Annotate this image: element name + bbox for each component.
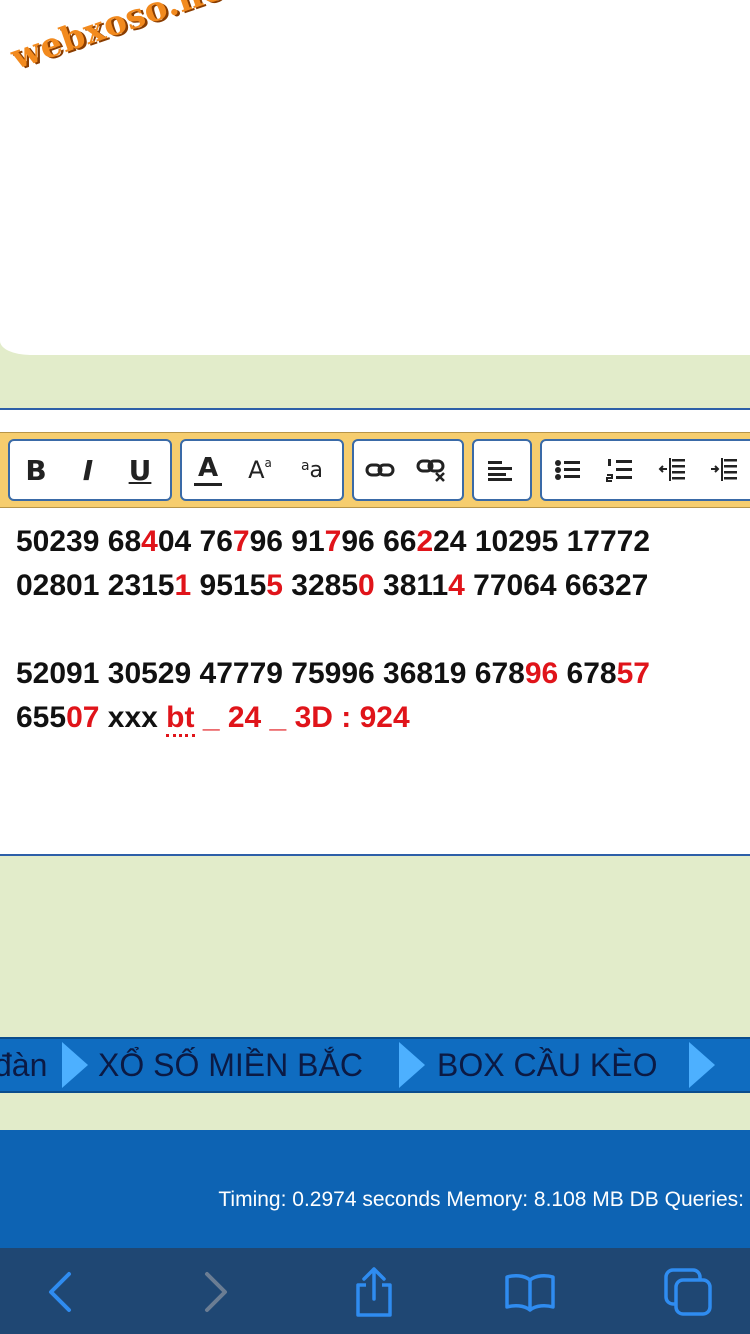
nav-item-xo-so-mien-bac[interactable]: XỔ SỐ MIỀN BẮC xyxy=(98,1039,363,1091)
content-text: 24 10295 17772 xyxy=(433,525,651,558)
insert-link-button[interactable] xyxy=(354,445,406,495)
underline-button[interactable]: U xyxy=(114,445,166,495)
nav-item-partial[interactable]: đàn xyxy=(0,1039,47,1091)
font-size-button[interactable]: Aa xyxy=(234,445,286,495)
nav-item-box-cau-keo[interactable]: BOX CẦU KÈO xyxy=(437,1039,658,1091)
post-editor[interactable]: B I U A Aa aa 50239 68404 76796 91796 66… xyxy=(0,408,750,856)
indent-icon xyxy=(711,458,737,481)
font-family-button[interactable]: aa xyxy=(286,445,338,495)
forward-button[interactable] xyxy=(186,1262,246,1322)
bullet-list-icon xyxy=(555,460,580,480)
link-icon xyxy=(365,463,395,477)
highlighted-digits: bt xyxy=(166,701,195,737)
content-line: 52091 30529 47779 75996 36819 67896 6785… xyxy=(16,652,736,696)
header-banner-area: webxoso.net xyxy=(0,0,750,355)
content-text: 3811 xyxy=(374,569,449,602)
bold-button[interactable]: B xyxy=(10,445,62,495)
content-text: xxx xyxy=(99,701,167,734)
outdent-button[interactable] xyxy=(646,445,698,495)
font-color-icon: A xyxy=(194,455,222,486)
highlighted-digits: 1 xyxy=(174,569,192,602)
tabs-button[interactable] xyxy=(658,1262,718,1322)
font-size-icon: Aa xyxy=(248,456,272,484)
content-text: 96 91 xyxy=(249,525,325,558)
content-text: 9515 xyxy=(191,569,267,602)
content-text: 02801 2315 xyxy=(16,569,175,602)
align-group xyxy=(472,439,532,501)
bold-icon: B xyxy=(25,453,47,487)
align-left-icon xyxy=(488,461,512,481)
text-style-group: B I U xyxy=(8,439,172,501)
font-family-icon: aa xyxy=(300,457,324,483)
tabs-icon xyxy=(664,1268,712,1316)
content-text: 50239 68 xyxy=(16,525,142,558)
italic-icon: I xyxy=(82,453,94,487)
content-line: 65507 xxx bt _ 24 _ 3D : 924 xyxy=(16,696,736,740)
content-text: 678 xyxy=(558,657,617,690)
back-button[interactable] xyxy=(30,1262,90,1322)
highlighted-digits: 57 xyxy=(616,657,650,690)
browser-toolbar xyxy=(0,1248,750,1334)
content-text: 96 66 xyxy=(341,525,417,558)
nav-arrow-icon xyxy=(62,1042,88,1088)
highlighted-digits: 4 xyxy=(448,569,465,602)
timing-info: Timing: 0.2974 seconds Memory: 8.108 MB … xyxy=(218,1188,744,1211)
content-text: 77064 66327 xyxy=(464,569,649,602)
highlighted-digits: 2 xyxy=(416,525,434,558)
bullet-list-button[interactable] xyxy=(542,445,594,495)
category-nav-bar: đàn XỔ SỐ MIỀN BẮC BOX CẦU KÈO xyxy=(0,1037,750,1093)
bookmarks-button[interactable] xyxy=(500,1262,560,1322)
content-line: 50239 68404 76796 91796 66224 10295 1777… xyxy=(16,520,736,564)
highlighted-digits: 5 xyxy=(266,569,283,602)
outdent-icon xyxy=(658,458,685,481)
page-footer: Timing: 0.2974 seconds Memory: 8.108 MB … xyxy=(0,1130,750,1248)
nav-arrow-icon xyxy=(399,1042,425,1088)
link-group xyxy=(352,439,464,501)
highlighted-digits: 96 xyxy=(524,657,559,690)
align-left-button[interactable] xyxy=(474,445,526,495)
editor-content[interactable]: 50239 68404 76796 91796 66224 10295 1777… xyxy=(16,520,736,740)
list-group xyxy=(540,439,750,501)
content-line: 02801 23151 95155 32850 38114 77064 6632… xyxy=(16,564,736,608)
underline-icon: U xyxy=(128,453,152,487)
remove-link-button[interactable] xyxy=(406,445,458,495)
chevron-right-icon xyxy=(205,1272,227,1312)
highlighted-digits: 0 xyxy=(358,569,375,602)
italic-button[interactable]: I xyxy=(62,445,114,495)
highlighted-digits: 7 xyxy=(232,525,250,558)
content-text: 3285 xyxy=(282,569,359,602)
font-group: A Aa aa xyxy=(180,439,344,501)
highlighted-digits: _ 24 _ 3D : 924 xyxy=(194,701,410,734)
content-text: 52091 30529 47779 75996 36819 678 xyxy=(16,657,525,690)
highlighted-digits: 07 xyxy=(66,701,100,734)
unlink-icon xyxy=(416,459,445,482)
indent-button[interactable] xyxy=(698,445,750,495)
site-logo[interactable]: webxoso.net xyxy=(6,0,244,78)
highlighted-digits: 7 xyxy=(324,525,342,558)
chevron-left-icon xyxy=(49,1272,71,1312)
editor-toolbar: B I U A Aa aa xyxy=(0,432,750,508)
numbered-list-button[interactable] xyxy=(594,445,646,495)
share-icon xyxy=(356,1267,392,1317)
content-text: 04 76 xyxy=(157,525,233,558)
book-icon xyxy=(505,1274,555,1312)
share-button[interactable] xyxy=(344,1262,404,1322)
nav-arrow-icon xyxy=(689,1042,715,1088)
font-color-button[interactable]: A xyxy=(182,445,234,495)
highlighted-digits: 4 xyxy=(141,525,158,558)
content-text: 655 xyxy=(16,701,67,734)
numbered-list-icon xyxy=(606,459,632,482)
